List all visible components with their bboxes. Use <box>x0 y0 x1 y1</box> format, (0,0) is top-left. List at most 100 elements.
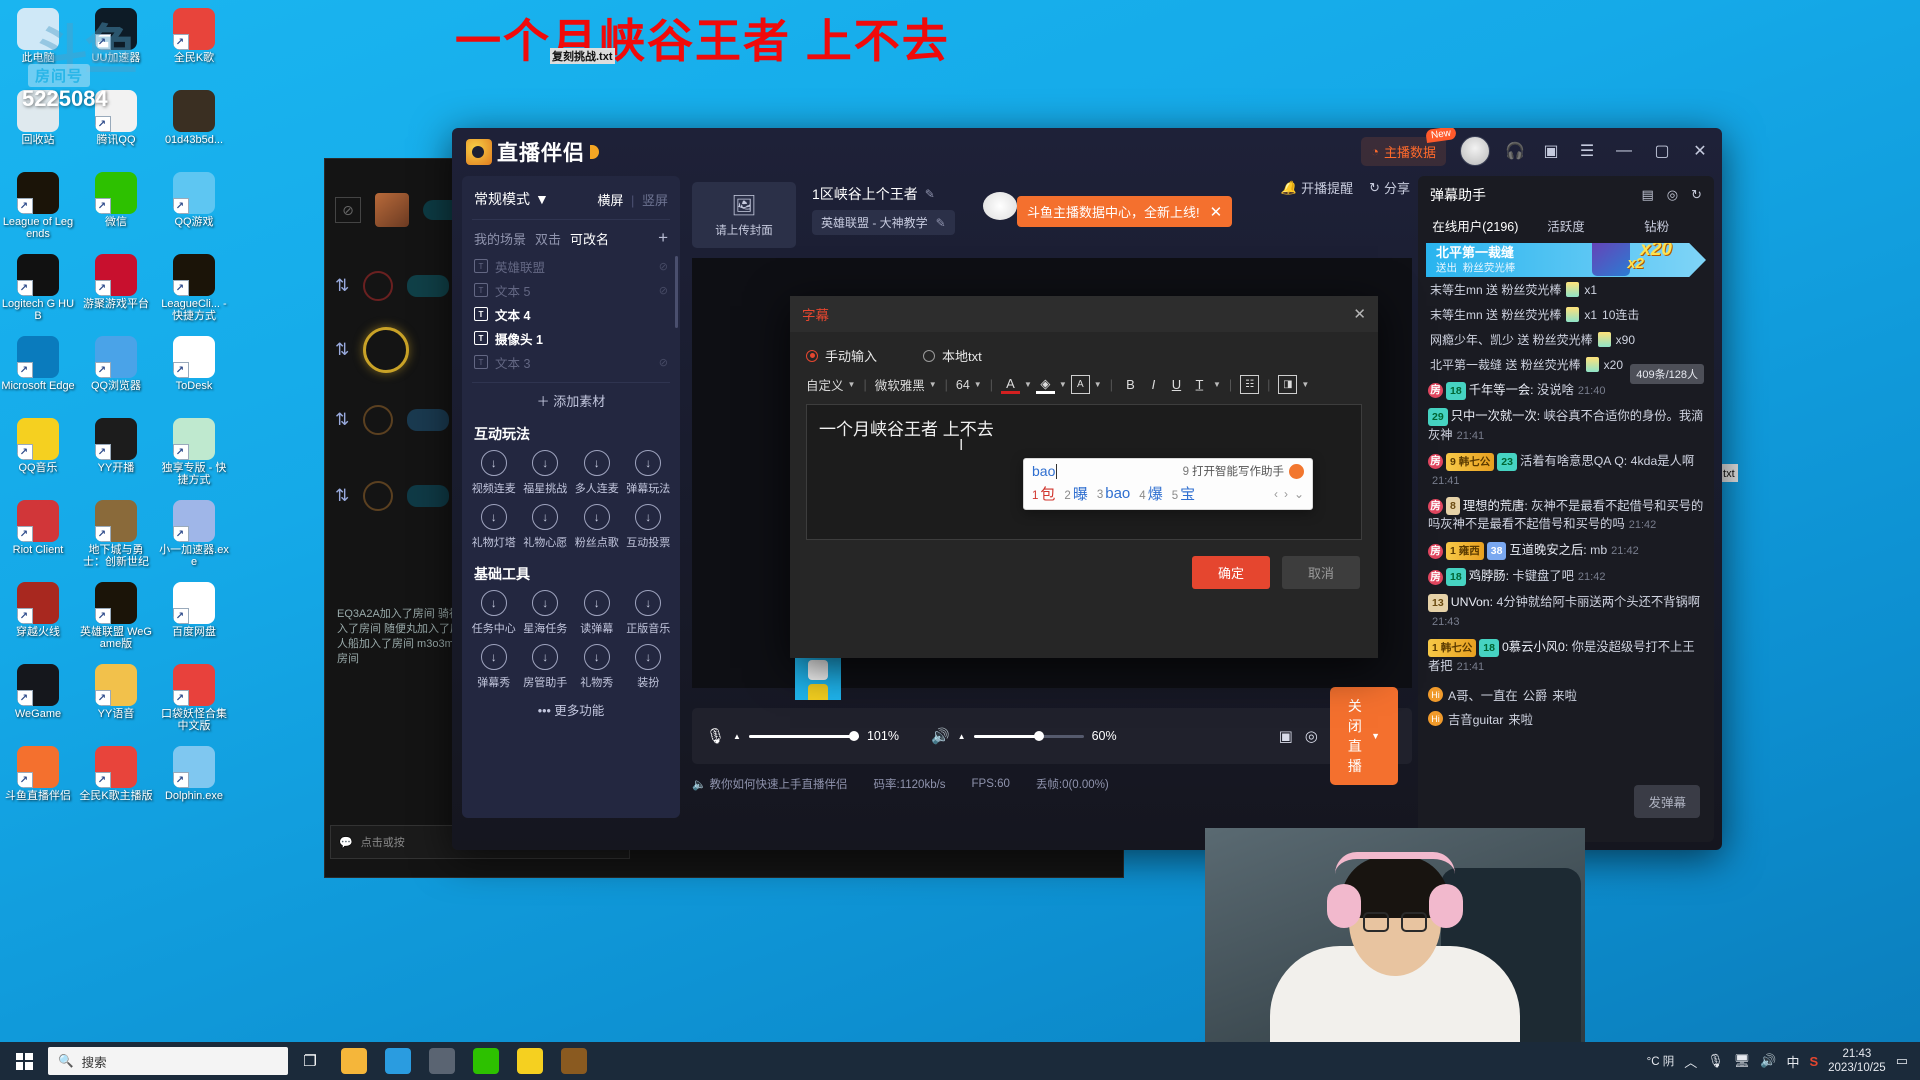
desktop-icon[interactable]: ↗ 斗鱼直播伴侣 <box>0 742 76 824</box>
ime-expand-icon[interactable]: ⌄ <box>1294 487 1304 501</box>
speaker-muted-icon[interactable]: 🔊 <box>931 727 950 745</box>
tool-button[interactable]: ↓ 读弹幕 <box>571 590 623 636</box>
ime-assistant-hint[interactable]: 9 打开智能写作助手 <box>1183 463 1284 479</box>
speaker-slider[interactable] <box>973 731 1084 741</box>
tool-button[interactable]: ↓ 礼物灯塔 <box>468 504 520 550</box>
chevron-up-icon[interactable]: ︿ <box>1684 1052 1697 1071</box>
ai-assistant-icon[interactable] <box>1289 463 1304 479</box>
desktop-icon[interactable]: ↗ 穿越火线 <box>0 578 76 660</box>
scene-item[interactable]: T 英雄联盟 ⊘ <box>474 254 668 278</box>
landscape-option[interactable]: 横屏 <box>597 193 623 208</box>
underline-button[interactable]: U <box>1167 375 1186 394</box>
portrait-option[interactable]: 竖屏 <box>642 193 668 208</box>
hidden-eye-icon[interactable]: ⊘ <box>659 260 668 273</box>
maximize-button[interactable]: ▢ <box>1650 140 1674 162</box>
chat-username[interactable]: 千年等一会: <box>1469 383 1534 397</box>
more-functions-button[interactable]: ••• 更多功能 <box>462 690 680 719</box>
tool-button[interactable]: ↓ 星海任务 <box>520 590 572 636</box>
chat-username[interactable]: 互道晚安之后: <box>1509 543 1586 557</box>
chevron-up-icon[interactable]: ▲ <box>958 732 966 741</box>
ime-candidate[interactable]: 1包 <box>1032 483 1055 504</box>
scene-item[interactable]: T 文本 4 <box>474 302 668 326</box>
add-material-button[interactable]: ＋ 添加素材 <box>472 382 670 410</box>
tool-button[interactable]: ↓ 任务中心 <box>468 590 520 636</box>
help-icon[interactable]: ▣ <box>1540 140 1562 162</box>
orientation-toggle[interactable]: 横屏 | 竖屏 <box>597 190 668 209</box>
mic-control[interactable]: 🎙 ▲ 101% <box>706 727 899 745</box>
desktop-icon[interactable]: ↗ 口袋妖怪合集中文版 <box>156 660 232 742</box>
tool-button[interactable]: ↓ 装扮 <box>623 644 675 690</box>
desktop-icon[interactable]: ↗ 百度网盘 <box>156 578 232 660</box>
desktop-icon[interactable]: ↗ 小一加速器.exe <box>156 496 232 578</box>
desktop-icon[interactable]: 01d43b5d... <box>156 86 232 168</box>
radio-manual-input[interactable]: 手动输入 <box>806 346 877 365</box>
task-view-icon[interactable]: ❐ <box>288 1042 332 1080</box>
tool-button[interactable]: ↓ 礼物心愿 <box>520 504 572 550</box>
desktop-icon[interactable]: ↗ WeGame <box>0 660 76 742</box>
promo-close-icon[interactable]: ✕ <box>1210 203 1223 221</box>
chat-username[interactable]: 只中一次就一次: <box>1451 409 1541 423</box>
desktop-icon[interactable]: ↗ 游聚游戏平台 <box>78 250 154 332</box>
tool-button[interactable]: ↓ 粉丝点歌 <box>571 504 623 550</box>
font-size-select[interactable]: 64 ▼ <box>956 378 982 392</box>
target-icon[interactable]: ◎ <box>1667 187 1678 203</box>
desktop-icon[interactable]: ↗ Riot Client <box>0 496 76 578</box>
pencil-icon[interactable]: ✎ <box>936 216 946 230</box>
confirm-button[interactable]: 确定 <box>1191 556 1270 589</box>
desktop-icon[interactable]: ↗ LeagueCli... - 快捷方式 <box>156 250 232 332</box>
chat-username[interactable]: UNVon: <box>1451 595 1493 609</box>
chat-username[interactable]: 鸡脖肠: <box>1469 569 1509 583</box>
desktop-icon[interactable]: ↗ 英雄联盟 WeGame版 <box>78 578 154 660</box>
italic-button[interactable]: I <box>1144 375 1163 394</box>
windows-start-icon[interactable] <box>0 1042 48 1080</box>
scene-item[interactable]: T 摄像头 1 <box>474 326 668 350</box>
anchor-data-button[interactable]: ◔ 主播数据 New <box>1361 128 1457 166</box>
tool-button[interactable]: ↓ 礼物秀 <box>571 644 623 690</box>
add-scene-button[interactable]: + <box>658 228 668 248</box>
ime-candidate[interactable]: 4爆 <box>1139 483 1162 504</box>
chat-username[interactable]: 0慕云小风0: <box>1502 640 1568 654</box>
user-avatar[interactable] <box>1460 136 1490 166</box>
bold-button[interactable]: B <box>1121 375 1140 394</box>
highlight-color-button[interactable]: ◈ ▼ <box>1035 375 1067 394</box>
clock[interactable]: 21:43 2023/10/25 <box>1828 1047 1886 1075</box>
record-video-icon[interactable]: ▣ <box>1279 727 1293 745</box>
desktop-icon[interactable]: ↗ 微信 <box>78 168 154 250</box>
ime-candidate[interactable]: 5宝 <box>1172 483 1195 504</box>
chat-tab[interactable]: 钻粉 <box>1611 216 1702 235</box>
taskbar-app[interactable] <box>552 1042 596 1080</box>
close-icon[interactable]: ✕ <box>1353 305 1366 323</box>
font-color-button[interactable]: A ▼ <box>1000 375 1032 394</box>
taskbar-app[interactable] <box>420 1042 464 1080</box>
tool-button[interactable]: ↓ 弹幕玩法 <box>623 450 675 496</box>
chat-username[interactable]: 理想的荒唐: <box>1463 499 1528 513</box>
notification-icon[interactable]: ▭ <box>1896 1053 1908 1069</box>
preset-select[interactable]: 自定义 ▼ <box>806 375 855 394</box>
panel-icon[interactable]: ▤ <box>1641 187 1653 203</box>
chat-tab[interactable]: 在线用户(2196) <box>1430 216 1521 235</box>
pencil-icon[interactable]: ✎ <box>925 187 935 201</box>
ime-indicator[interactable]: 中 <box>1786 1052 1799 1071</box>
tool-button[interactable]: ↓ 视频连麦 <box>468 450 520 496</box>
close-button[interactable]: ✕ <box>1688 140 1712 162</box>
refresh-icon[interactable]: ↻ <box>1691 187 1702 203</box>
desktop-icon[interactable]: ↗ 独享专版 - 快捷方式 <box>156 414 232 496</box>
scene-item[interactable]: T 文本 5 ⊘ <box>474 278 668 302</box>
chat-tab[interactable]: 活跃度 <box>1521 216 1612 235</box>
tool-button[interactable]: ↓ 互动投票 <box>623 504 675 550</box>
hidden-eye-icon[interactable]: ⊘ <box>659 284 668 297</box>
headset-icon[interactable]: 🎧 <box>1504 140 1526 162</box>
desktop-icon[interactable]: ↗ YY开播 <box>78 414 154 496</box>
desktop-icon[interactable]: ↗ YY语音 <box>78 660 154 742</box>
cancel-button[interactable]: 取消 <box>1281 556 1360 589</box>
desktop-icon[interactable]: ↗ 全民K歌 <box>156 4 232 86</box>
target-icon[interactable]: ◎ <box>1305 727 1318 745</box>
tool-button[interactable]: ↓ 房管助手 <box>520 644 572 690</box>
ime-candidate[interactable]: 2曝 <box>1064 483 1087 504</box>
desktop-icon[interactable]: ↗ League of Legends <box>0 168 76 250</box>
tool-button[interactable]: ↓ 正版音乐 <box>623 590 675 636</box>
desktop-icon[interactable]: ↗ ToDesk <box>156 332 232 414</box>
search-input[interactable]: 🔍 搜索 <box>48 1047 288 1075</box>
send-danmaku-button[interactable]: 发弹幕 <box>1634 785 1700 818</box>
align-icon[interactable]: ☷ <box>1240 375 1260 394</box>
